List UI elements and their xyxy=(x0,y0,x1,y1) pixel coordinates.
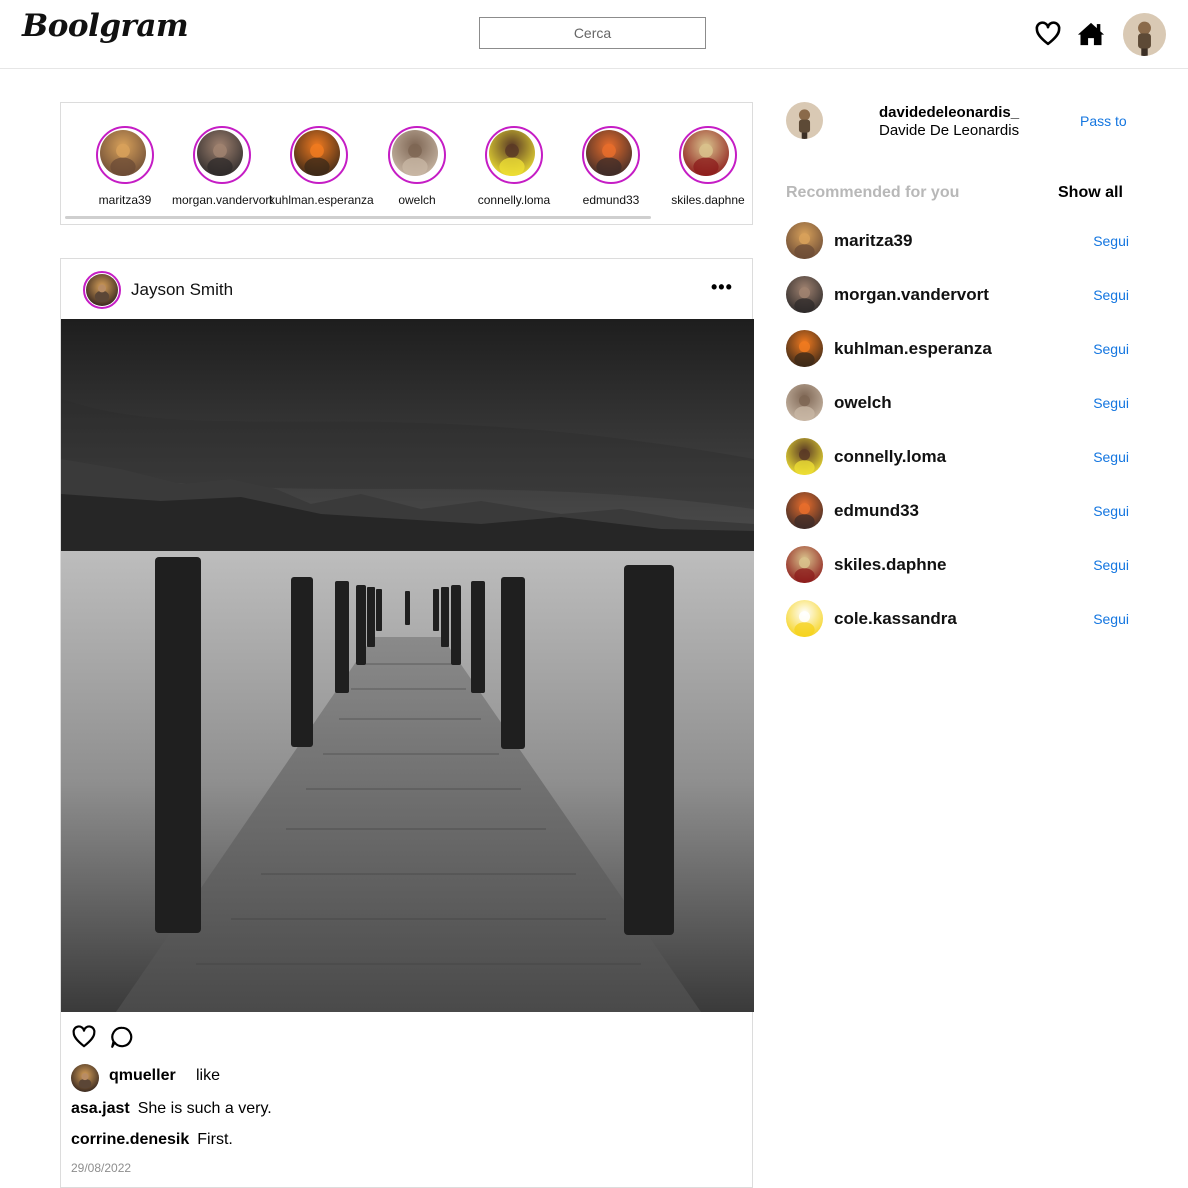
follow-button[interactable]: Segui xyxy=(1093,503,1129,519)
story-item[interactable]: edmund33 xyxy=(561,126,661,207)
recommended-title: Recommended for you xyxy=(786,184,960,201)
stories-bar: maritza39 morgan.vandervort kuhlman.espera… xyxy=(60,102,753,225)
follow-button[interactable]: Segui xyxy=(1093,611,1129,627)
story-item[interactable]: connelly.loma xyxy=(464,126,564,207)
story-username[interactable]: edmund33 xyxy=(561,193,661,207)
story-avatar-ring[interactable] xyxy=(193,126,251,184)
story-avatar xyxy=(392,130,438,176)
comment-1: asa.jast She is such a very. xyxy=(71,1100,272,1118)
recommended-username[interactable]: maritza39 xyxy=(834,231,912,251)
story-avatar xyxy=(197,130,243,176)
my-avatar-image xyxy=(786,102,823,139)
heart-icon[interactable] xyxy=(1034,20,1062,48)
follow-button[interactable]: Segui xyxy=(1093,449,1129,465)
story-avatar xyxy=(489,130,535,176)
comment-text: She is such a very. xyxy=(137,1100,272,1117)
story-username[interactable]: connelly.loma xyxy=(464,193,564,207)
comment-icon[interactable] xyxy=(109,1024,135,1050)
recommended-username[interactable]: cole.kassandra xyxy=(834,609,957,629)
story-username[interactable]: maritza39 xyxy=(75,193,175,207)
stories-scrollbar[interactable] xyxy=(65,216,651,219)
recommended-avatar xyxy=(786,438,823,475)
follow-button[interactable]: Segui xyxy=(1093,341,1129,357)
story-avatar-ring[interactable] xyxy=(388,126,446,184)
my-full-name: Davide De Leonardis xyxy=(879,122,1020,139)
follow-button[interactable]: Segui xyxy=(1093,395,1129,411)
recommended-username[interactable]: kuhlman.esperanza xyxy=(834,339,992,359)
profile-avatar[interactable] xyxy=(1123,13,1166,56)
story-item[interactable]: kuhlman.esperanza xyxy=(269,126,374,207)
recommended-avatar xyxy=(786,276,823,313)
liker-avatar[interactable] xyxy=(71,1064,99,1092)
comment-username[interactable]: corrine.denesik xyxy=(71,1131,189,1148)
story-avatar-ring[interactable] xyxy=(290,126,348,184)
recommended-item: maritza39 Segui xyxy=(786,222,1129,259)
post-header: Jayson Smith ••• xyxy=(61,259,752,319)
post-date: 29/08/2022 xyxy=(71,1161,132,1175)
profile-avatar-image xyxy=(1123,13,1166,56)
story-item[interactable]: owelch xyxy=(367,126,467,207)
top-bar: Boolgram xyxy=(0,0,1188,69)
recommended-avatar xyxy=(786,222,823,259)
comment-username[interactable]: asa.jast xyxy=(71,1100,130,1117)
like-heart-icon[interactable] xyxy=(71,1024,97,1050)
story-avatar xyxy=(100,130,146,176)
home-icon[interactable] xyxy=(1077,20,1105,48)
recommended-avatar xyxy=(786,492,823,529)
recommended-username[interactable]: owelch xyxy=(834,393,892,413)
post-card: Jayson Smith ••• qmueller like asa.jast … xyxy=(60,258,754,1188)
story-item[interactable]: skiles.daphne xyxy=(658,126,758,207)
post-image[interactable] xyxy=(61,319,754,1012)
more-options-icon[interactable]: ••• xyxy=(711,277,733,298)
post-author-name[interactable]: Jayson Smith xyxy=(131,280,233,300)
pass-to-link[interactable]: Pass to xyxy=(1080,113,1127,129)
recommended-item: cole.kassandra Segui xyxy=(786,600,1129,637)
recommended-username[interactable]: skiles.daphne xyxy=(834,555,946,575)
recommended-item: kuhlman.esperanza Segui xyxy=(786,330,1129,367)
story-item[interactable]: maritza39 xyxy=(75,126,175,207)
my-username[interactable]: davidedeleonardis_ xyxy=(879,104,1019,121)
story-avatar-ring[interactable] xyxy=(679,126,737,184)
recommended-item: morgan.vandervort Segui xyxy=(786,276,1129,313)
story-avatar xyxy=(683,130,729,176)
app-logo[interactable]: Boolgram xyxy=(22,8,189,44)
story-avatar xyxy=(586,130,632,176)
story-username[interactable]: skiles.daphne xyxy=(658,193,758,207)
my-avatar[interactable] xyxy=(786,102,823,139)
comment-2: corrine.denesik First. xyxy=(71,1131,233,1149)
recommended-username[interactable]: morgan.vandervort xyxy=(834,285,989,305)
recommended-avatar xyxy=(786,546,823,583)
liker-username[interactable]: qmueller xyxy=(109,1067,176,1085)
story-item[interactable]: morgan.vandervort xyxy=(172,126,273,207)
story-username[interactable]: owelch xyxy=(367,193,467,207)
story-username[interactable]: kuhlman.esperanza xyxy=(269,193,374,207)
story-username[interactable]: morgan.vandervort xyxy=(172,193,273,207)
show-all-link[interactable]: Show all xyxy=(1058,184,1123,202)
recommended-avatar xyxy=(786,330,823,367)
recommended-avatar xyxy=(786,384,823,421)
recommended-avatar xyxy=(786,600,823,637)
story-avatar-ring[interactable] xyxy=(582,126,640,184)
recommended-item: edmund33 Segui xyxy=(786,492,1129,529)
story-avatar-ring[interactable] xyxy=(96,126,154,184)
follow-button[interactable]: Segui xyxy=(1093,557,1129,573)
story-avatar-ring[interactable] xyxy=(485,126,543,184)
recommended-item: owelch Segui xyxy=(786,384,1129,421)
liked-text: like xyxy=(196,1067,221,1084)
search-input[interactable] xyxy=(479,17,706,49)
pier-photo xyxy=(61,319,754,1012)
comment-text: First. xyxy=(197,1131,233,1148)
follow-button[interactable]: Segui xyxy=(1093,287,1129,303)
post-author-avatar[interactable] xyxy=(83,271,121,309)
recommended-item: skiles.daphne Segui xyxy=(786,546,1129,583)
post-author-avatar-image xyxy=(86,274,118,306)
story-avatar xyxy=(294,130,340,176)
recommended-item: connelly.loma Segui xyxy=(786,438,1129,475)
follow-button[interactable]: Segui xyxy=(1093,233,1129,249)
recommended-username[interactable]: edmund33 xyxy=(834,501,919,521)
recommended-username[interactable]: connelly.loma xyxy=(834,447,946,467)
